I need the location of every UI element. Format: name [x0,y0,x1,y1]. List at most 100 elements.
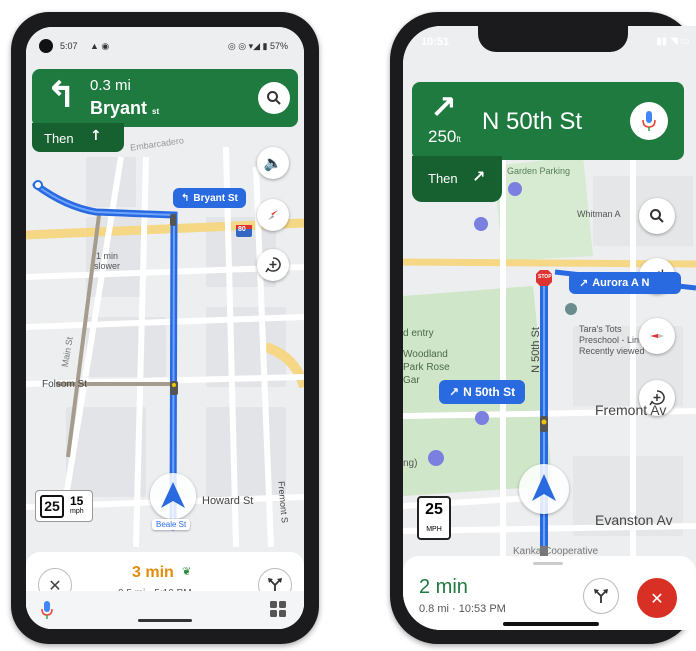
notch [478,26,628,52]
map-label-taras-2: Preschool - Lin [579,335,640,345]
trip-sheet: 2 min 0.8 mi · 10:53 PM ✕ [403,556,696,630]
map-label-garden-parking: Garden Parking [507,166,571,176]
microphone-icon [642,111,656,131]
navigation-arrow-icon [532,474,556,501]
alternate-routes-button[interactable] [583,578,619,614]
end-navigation-button[interactable]: ✕ [637,578,677,618]
status-bar: 5:07 ▲ ◉ ◎ ◎ ▾◢ ▮ 57% [26,27,304,59]
map-label-slower-2: slower [94,261,121,271]
map-label-slower-1: 1 min [96,251,119,261]
speed-limit: 25 [40,495,64,518]
route-callout-label: Bryant St [193,192,238,204]
current-location-marker [519,464,569,514]
compass-button[interactable] [257,199,289,231]
assistant-bar [26,591,304,629]
direction-street-suffix: st [152,107,160,116]
map-label-taras: Tara's Tots Preschool - Lin Recently viewe… [579,324,645,357]
status-right-icons: ◎ ◎ ▾◢ ▮ 57% [227,41,288,51]
direction-distance-value: 250 [428,127,457,146]
home-indicator[interactable] [138,619,192,622]
then-label: Then [428,171,458,186]
report-button[interactable] [257,249,289,281]
map-label-woodland-3: Gar [403,375,420,386]
speed-widget: 25 15 mph [35,490,93,522]
compass-icon [650,334,664,338]
direction-distance-unit: ft [456,135,461,144]
android-phone: 5:07 ▲ ◉ ◎ ◎ ▾◢ ▮ 57% ↰ 0.3 mi Bryant st… [11,12,319,644]
map-label-whitman: Whitman A [577,209,621,219]
status-bar: 10:51 ▮▮ ◥ ▭ [403,26,696,58]
apps-grid-icon[interactable] [270,601,286,617]
direction-street: Bryant st [90,98,159,119]
route-callout-label: N 50th St [463,385,516,399]
map-label-taras-1: Tara's Tots [579,324,622,334]
turn-left-arrow-icon: ↰ [46,75,77,116]
aurora-callout-label: Aurora A N [592,277,650,289]
map-label-zoo: ng) [403,458,418,469]
then-banner: Then ↑ [32,123,124,152]
callout-turn-left-icon: ↰ [181,192,190,204]
stop-sign-label: STOP [538,274,552,280]
direction-distance: 0.3 mi [90,77,131,94]
speed-unit: mph [70,508,84,515]
speed-limit-sign: 25 MPH [417,496,451,540]
direction-distance: 250ft [428,127,461,147]
route-callout: ↗ N 50th St [439,380,526,404]
android-screen: 5:07 ▲ ◉ ◎ ◎ ▾◢ ▮ 57% ↰ 0.3 mi Bryant st… [26,27,304,629]
current-location-marker [150,473,196,519]
status-left-icons: ▲ ◉ [90,41,110,51]
then-label: Then [44,131,74,146]
search-icon [650,209,664,223]
callout-turn-right-icon: ↗ [449,385,460,399]
fork-routes-icon [594,589,608,603]
navigation-arrow-icon [161,482,185,508]
map-label-evanston: Evanston Av [595,512,673,528]
compass-icon [268,210,278,220]
search-icon [267,91,281,105]
current-speed: 15 [70,494,84,508]
trip-time: 3 min [132,564,174,581]
map-label-woodland-2: Park Rose [403,362,450,373]
map-label-woodland-1: Woodland [403,349,448,360]
map-label-slower: 1 min slower [94,251,120,271]
map-label-n50-vertical: N 50th St [529,327,542,373]
then-straight-arrow-icon: ↑ [90,128,102,144]
direction-banner[interactable]: ↰ 0.3 mi Bryant st [32,69,298,127]
trip-details: 0.8 mi · 10:53 PM [419,603,506,615]
map-label-taras-3: Recently viewed [579,346,645,356]
aurora-route-callout: ↗ Aurora A N [569,272,681,294]
sound-button[interactable]: 🔈 [257,147,289,179]
add-report-icon [265,257,281,273]
voice-search-button[interactable] [630,102,668,140]
search-button[interactable] [639,198,675,234]
camera-punch-hole [39,39,53,53]
direction-street-name: Bryant [90,98,148,118]
map-label-fremont: Fremont Av [595,402,667,418]
then-banner: Then ↗ [412,156,502,202]
speed-limit: 25 [425,501,443,518]
map-label-hwy: 80 [238,226,246,233]
trip-time: 2 min [419,576,468,598]
microphone-icon[interactable] [41,601,53,619]
map-label-beale: Beale St [152,519,191,530]
callout-turn-right-icon: ↗ [579,276,589,290]
sheet-handle[interactable] [533,562,563,565]
speed-unit: MPH [426,526,442,533]
status-time: 10:51 [421,36,450,48]
iphone-screen: 10:51 ▮▮ ◥ ▭ ↗ 250ft N 50th St Then ↗ Ga… [403,26,696,630]
eco-leaf-icon: ❦ [182,566,192,578]
map-label-entry: d entry [403,328,434,339]
turn-right-arrow-icon: ↗ [430,88,457,126]
search-button[interactable] [258,82,290,114]
map-label-folsom: Folsom St [42,379,88,390]
direction-street: N 50th St [482,108,583,135]
map-label-howard: Howard St [202,495,254,507]
close-icon: ✕ [650,588,664,608]
status-right-icons: ▮▮ ◥ ▭ [656,36,690,47]
status-time: 5:07 [60,41,78,51]
direction-banner[interactable]: ↗ 250ft N 50th St [412,82,684,160]
sound-icon: 🔈 [263,154,283,172]
route-callout: ↰ Bryant St [173,188,246,208]
home-indicator[interactable] [503,622,599,626]
then-turn-right-icon: ↗ [472,167,486,186]
